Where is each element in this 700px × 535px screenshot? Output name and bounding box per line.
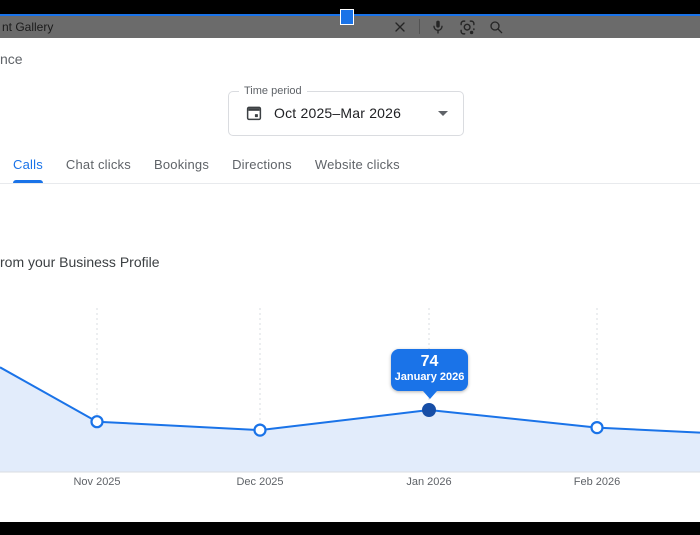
data-point[interactable]: [590, 420, 604, 435]
x-axis-label-dec: Dec 2025: [236, 476, 284, 488]
tabs-divider: [0, 183, 700, 184]
time-period-value: Oct 2025–Mar 2026: [274, 105, 402, 121]
clear-search-icon[interactable]: [392, 19, 408, 35]
tooltip-pointer: [422, 391, 437, 399]
data-point[interactable]: [253, 423, 267, 437]
search-query-text[interactable]: nt Gallery: [2, 16, 53, 38]
chart-tooltip: 74 January 2026: [391, 349, 468, 399]
calls-line-chart[interactable]: [0, 300, 700, 490]
x-axis-label-feb: Feb 2026: [573, 476, 621, 488]
selection-drag-handle[interactable]: [340, 9, 354, 25]
calendar-icon: [245, 104, 263, 122]
google-lens-icon[interactable]: [459, 19, 475, 35]
microphone-icon[interactable]: [430, 19, 446, 35]
bottom-black-bar: [0, 522, 700, 535]
x-axis-label-nov: Nov 2025: [73, 476, 121, 488]
tooltip-value: 74: [420, 353, 439, 370]
tab-calls[interactable]: Calls: [13, 152, 43, 183]
x-axis-label-jan: Jan 2026: [406, 476, 452, 488]
tab-bookings[interactable]: Bookings: [154, 152, 209, 183]
data-point[interactable]: [90, 415, 104, 429]
search-icon[interactable]: [488, 19, 504, 35]
page-title-fragment: nce: [0, 51, 23, 67]
dropdown-arrow-icon: [438, 111, 448, 116]
tab-chat-clicks[interactable]: Chat clicks: [66, 152, 131, 183]
screenshot-root: nt Gallery nce Time period Oct 2025–Mar …: [0, 0, 700, 535]
metric-tabs: Calls Chat clicks Bookings Directions We…: [13, 152, 400, 183]
chart-title-fragment: rom your Business Profile: [0, 254, 160, 270]
tooltip-label: January 2026: [394, 371, 465, 383]
tab-website-clicks[interactable]: Website clicks: [315, 152, 400, 183]
data-point-selected[interactable]: [422, 403, 436, 417]
tab-directions[interactable]: Directions: [232, 152, 292, 183]
searchbar-divider: [419, 19, 420, 34]
time-period-select[interactable]: Time period Oct 2025–Mar 2026: [228, 85, 464, 136]
